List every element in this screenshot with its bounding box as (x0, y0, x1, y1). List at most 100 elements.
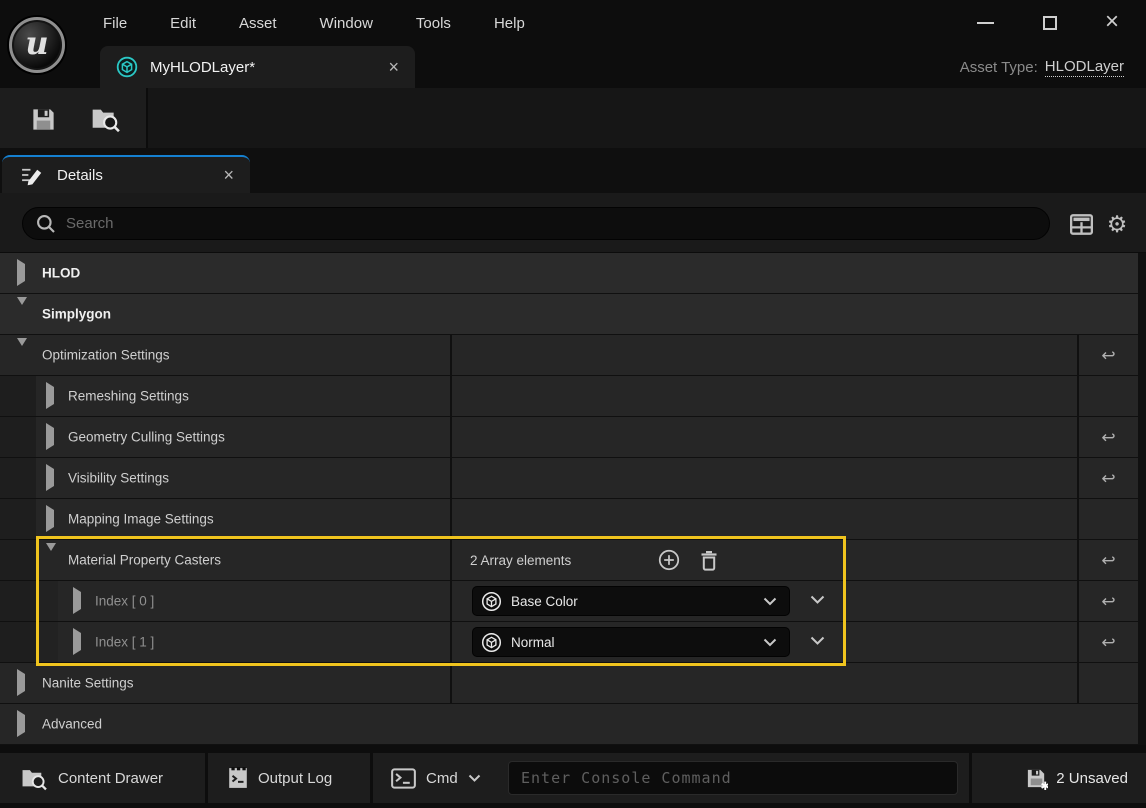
expander-collapsed-icon[interactable] (73, 592, 81, 610)
add-array-element-button[interactable] (658, 549, 680, 571)
expander-collapsed-icon[interactable] (17, 264, 25, 282)
menu-asset[interactable]: Asset (239, 15, 277, 32)
unreal-engine-logo: u (9, 17, 65, 73)
asset-type-label: Asset Type: (960, 59, 1038, 76)
array-element-row-0[interactable]: Index [ 0 ] Base Color ↩ (0, 581, 1138, 621)
output-log-button[interactable]: Output Log (208, 753, 370, 803)
reset-to-default-button[interactable]: ↩ (1101, 429, 1115, 446)
unreal-logo-glyph: u (25, 24, 48, 62)
content-drawer-button[interactable]: Content Drawer (0, 753, 205, 803)
array-index-label: Index [ 0 ] (95, 594, 154, 609)
material-property-dropdown[interactable]: Base Color (472, 586, 790, 616)
details-tab[interactable]: Details × (2, 155, 250, 193)
close-icon: × (1105, 10, 1119, 34)
enum-cube-icon (481, 591, 502, 612)
search-input[interactable] (66, 215, 1049, 232)
reset-to-default-button[interactable]: ↩ (1101, 634, 1115, 651)
property-row-remeshing-settings[interactable]: Remeshing Settings (0, 376, 1138, 416)
details-panel-chrome: Details × (0, 148, 1146, 193)
folder-search-icon (90, 105, 121, 133)
expander-collapsed-icon[interactable] (46, 387, 54, 405)
save-button[interactable] (26, 102, 60, 136)
asset-tab-myhlodlayer[interactable]: MyHLODLayer* × (100, 46, 415, 88)
chevron-down-icon[interactable] (468, 774, 481, 782)
expander-collapsed-icon[interactable] (46, 510, 54, 528)
browse-to-asset-button[interactable] (88, 102, 122, 136)
menu-edit[interactable]: Edit (170, 15, 196, 32)
expander-expanded-icon[interactable] (17, 305, 27, 323)
property-row-visibility-settings[interactable]: Visibility Settings ↩ (0, 458, 1138, 498)
trash-icon (700, 550, 718, 571)
menu-file[interactable]: File (103, 15, 127, 32)
property-matrix-icon (1070, 214, 1093, 235)
property-row-optimization-settings[interactable]: Optimization Settings ↩ (0, 335, 1138, 375)
reset-to-default-button[interactable]: ↩ (1101, 470, 1115, 487)
dropdown-selected-value: Normal (511, 635, 763, 650)
details-tab-close-icon[interactable]: × (223, 165, 234, 186)
property-label: Advanced (42, 717, 102, 732)
clear-array-button[interactable] (700, 550, 718, 571)
expander-collapsed-icon[interactable] (46, 469, 54, 487)
expander-expanded-icon[interactable] (46, 551, 56, 569)
expander-collapsed-icon[interactable] (46, 428, 54, 446)
menu-help[interactable]: Help (494, 15, 525, 32)
details-search-row: ⚙ (0, 193, 1146, 253)
maximize-icon (1043, 16, 1057, 30)
expander-collapsed-icon[interactable] (17, 715, 25, 733)
chevron-down-icon (763, 638, 777, 647)
search-box[interactable] (22, 207, 1050, 240)
property-row-material-property-casters[interactable]: Material Property Casters 2 Array elemen… (0, 540, 1138, 580)
category-label: Simplygon (42, 307, 111, 322)
enum-cube-icon (481, 632, 502, 653)
dropdown-selected-value: Base Color (511, 594, 763, 609)
category-row-hlod[interactable]: HLOD (0, 253, 1138, 293)
property-row-nanite-settings[interactable]: Nanite Settings (0, 663, 1138, 703)
property-label: Visibility Settings (68, 471, 169, 486)
property-label: Material Property Casters (68, 553, 221, 568)
expander-collapsed-icon[interactable] (17, 674, 25, 692)
array-elements-count: 2 Array elements (470, 553, 571, 568)
display-filter-button[interactable] (1068, 211, 1094, 237)
property-row-advanced[interactable]: Advanced (0, 704, 1138, 744)
property-label: Mapping Image Settings (68, 512, 214, 527)
property-row-mapping-image-settings[interactable]: Mapping Image Settings (0, 499, 1138, 539)
minimize-button[interactable] (965, 0, 1005, 46)
cmd-label[interactable]: Cmd (426, 770, 458, 787)
output-log-label: Output Log (258, 770, 332, 787)
unreal-editor-window: File Edit Asset Window Tools Help × u My… (0, 0, 1146, 808)
menu-window[interactable]: Window (320, 15, 373, 32)
array-element-row-1[interactable]: Index [ 1 ] Normal ↩ (0, 622, 1138, 662)
category-row-simplygon[interactable]: Simplygon (0, 294, 1138, 334)
chevron-down-icon (763, 597, 777, 606)
save-asterisk-icon: ✱ (1025, 767, 1048, 790)
array-index-label: Index [ 1 ] (95, 635, 154, 650)
expander-expanded-icon[interactable] (17, 346, 27, 364)
content-drawer-label: Content Drawer (58, 770, 163, 787)
console-section: Cmd (373, 753, 969, 803)
expand-element-button[interactable] (810, 633, 825, 651)
gear-icon: ⚙ (1107, 213, 1128, 236)
search-icon (36, 214, 56, 234)
reset-to-default-button[interactable]: ↩ (1101, 593, 1115, 610)
toolbar (0, 88, 1146, 148)
save-icon (30, 106, 57, 133)
asset-tab-close-icon[interactable]: × (388, 57, 399, 78)
expander-collapsed-icon[interactable] (73, 633, 81, 651)
reset-to-default-button[interactable]: ↩ (1101, 347, 1115, 364)
asset-type-link[interactable]: HLODLayer (1045, 58, 1124, 77)
material-property-dropdown[interactable]: Normal (472, 627, 790, 657)
maximize-button[interactable] (1030, 0, 1070, 46)
expand-element-button[interactable] (810, 592, 825, 610)
console-command-input[interactable] (508, 761, 958, 795)
asset-type: Asset Type: HLODLayer (960, 46, 1124, 88)
settings-button[interactable]: ⚙ (1104, 211, 1130, 237)
menu-tools[interactable]: Tools (416, 15, 451, 32)
property-row-geometry-culling-settings[interactable]: Geometry Culling Settings ↩ (0, 417, 1138, 457)
unsaved-assets-button[interactable]: ✱ 2 Unsaved (972, 753, 1146, 803)
reset-to-default-button[interactable]: ↩ (1101, 552, 1115, 569)
title-bar: File Edit Asset Window Tools Help × (0, 0, 1146, 46)
property-label: Nanite Settings (42, 676, 134, 691)
close-window-button[interactable]: × (1092, 0, 1132, 46)
hlodlayer-asset-icon (116, 56, 138, 78)
property-label: Geometry Culling Settings (68, 430, 225, 445)
